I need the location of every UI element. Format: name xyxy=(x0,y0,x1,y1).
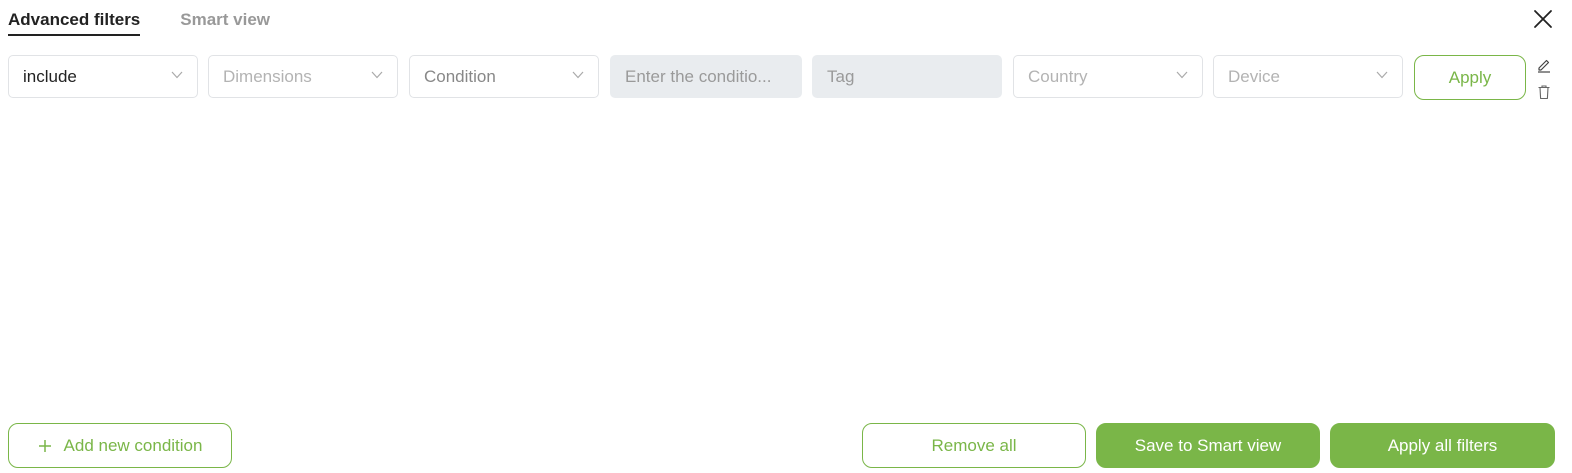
save-to-smart-view-button[interactable]: Save to Smart view xyxy=(1096,423,1320,468)
remove-all-button[interactable]: Remove all xyxy=(862,423,1086,468)
plus-icon xyxy=(38,439,51,452)
condition-placeholder: Condition xyxy=(424,66,496,86)
chevron-down-icon xyxy=(171,71,183,79)
include-select[interactable]: include xyxy=(8,55,198,98)
edit-icon[interactable] xyxy=(1536,57,1552,73)
tag-input[interactable]: Tag xyxy=(812,55,1002,98)
trash-icon[interactable] xyxy=(1536,84,1552,100)
condition-value-placeholder: Enter the conditio... xyxy=(625,66,772,86)
tab-advanced-filters[interactable]: Advanced filters xyxy=(8,10,141,36)
filter-tabs: Advanced filters Smart view xyxy=(8,10,270,36)
condition-select[interactable]: Condition xyxy=(409,55,599,98)
tab-smart-view[interactable]: Smart view xyxy=(180,10,270,36)
country-select[interactable]: Country xyxy=(1013,55,1203,98)
device-select[interactable]: Device xyxy=(1213,55,1403,98)
include-select-value: include xyxy=(23,66,77,86)
device-placeholder: Device xyxy=(1228,66,1280,86)
add-new-condition-label: Add new condition xyxy=(63,435,203,455)
chevron-down-icon xyxy=(371,71,383,79)
apply-button[interactable]: Apply xyxy=(1414,55,1526,100)
close-icon[interactable] xyxy=(1532,8,1554,30)
apply-all-filters-button[interactable]: Apply all filters xyxy=(1330,423,1555,468)
add-new-condition-button[interactable]: Add new condition xyxy=(8,423,232,468)
chevron-down-icon xyxy=(572,71,584,79)
tag-placeholder: Tag xyxy=(827,66,855,86)
dimensions-select[interactable]: Dimensions xyxy=(208,55,398,98)
condition-value-input[interactable]: Enter the conditio... xyxy=(610,55,802,98)
country-placeholder: Country xyxy=(1028,66,1088,86)
chevron-down-icon xyxy=(1376,71,1388,79)
dimensions-placeholder: Dimensions xyxy=(223,66,312,86)
chevron-down-icon xyxy=(1176,71,1188,79)
